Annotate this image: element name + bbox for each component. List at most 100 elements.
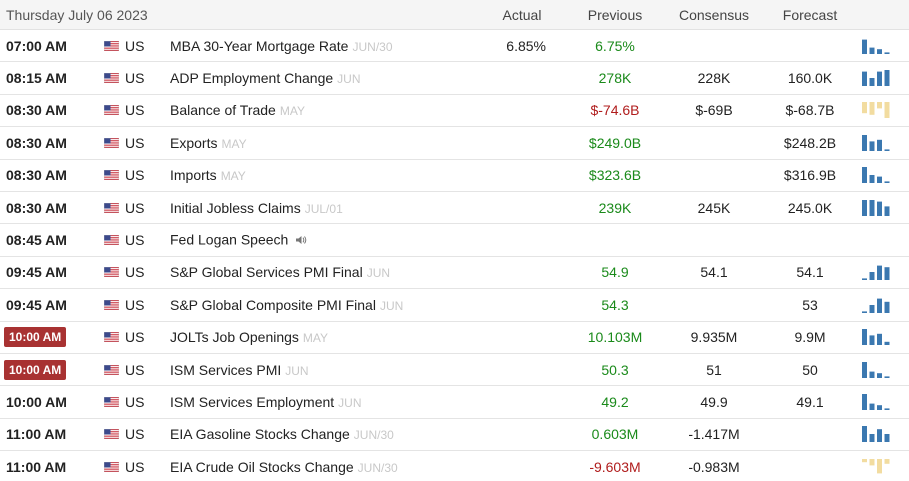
sparkline-chart-icon[interactable] — [862, 425, 892, 443]
sparkline-chart-icon[interactable] — [862, 231, 892, 249]
sparkline-bar — [884, 301, 890, 313]
column-header-consensus[interactable]: Consensus — [670, 7, 758, 23]
event-name[interactable]: ADP Employment Change JUN — [170, 70, 361, 86]
event-name[interactable]: Imports MAY — [170, 167, 246, 183]
event-consensus: 9.935M — [690, 329, 738, 346]
event-reference-period: JUL/01 — [304, 201, 343, 216]
calendar-row[interactable]: 08:30 AM US Balance of Trade MAY $-74.6B … — [0, 95, 909, 128]
sparkline-chart-icon[interactable] — [862, 69, 892, 87]
sparkline-bar — [884, 408, 890, 410]
event-reference-period: JUN — [337, 72, 361, 87]
event-name[interactable]: ISM Services PMI JUN — [170, 362, 309, 378]
sparkline-bar — [862, 426, 867, 443]
sparkline-chart-icon[interactable] — [862, 393, 892, 411]
sparkline-chart-icon[interactable] — [862, 296, 892, 314]
event-name[interactable]: EIA Gasoline Stocks Change JUN/30 — [170, 426, 394, 442]
sparkline-chart-icon[interactable] — [862, 361, 892, 379]
calendar-row[interactable]: 07:00 AM US MBA 30-Year Mortgage Rate JUN… — [0, 30, 909, 63]
calendar-row[interactable]: 11:00 AM US EIA Gasoline Stocks Change JU… — [0, 419, 909, 452]
calendar-row[interactable]: 09:45 AM US S&P Global Services PMI Fina… — [0, 257, 909, 290]
event-forecast: 53 — [802, 296, 818, 313]
calendar-row[interactable]: 08:15 AM US ADP Employment Change JUN 278… — [0, 62, 909, 95]
event-time: 08:30 AM — [6, 134, 67, 151]
event-reference-period: MAY — [220, 169, 246, 184]
calendar-row[interactable]: 08:45 AM US Fed Logan Speech — [0, 224, 909, 257]
sparkline-bar — [877, 405, 882, 410]
us-flag-icon — [104, 137, 119, 148]
sparkline-bar — [884, 149, 890, 151]
calendar-row[interactable]: 10:00 AM US JOLTs Job Openings MAY 10.103… — [0, 322, 909, 354]
sparkline-bar — [862, 167, 867, 184]
sparkline-chart-icon[interactable] — [862, 37, 892, 55]
event-forecast: 50 — [802, 361, 818, 378]
event-reference-period: JUN/30 — [357, 460, 398, 475]
calendar-row[interactable]: 08:30 AM US Exports MAY $249.0B $248.2B — [0, 127, 909, 160]
event-reference-period: MAY — [221, 136, 247, 151]
column-header-actual[interactable]: Actual — [498, 7, 546, 23]
event-name[interactable]: Balance of Trade MAY — [170, 102, 305, 118]
event-title: Balance of Trade — [170, 102, 276, 119]
event-name[interactable]: MBA 30-Year Mortgage Rate JUN/30 — [170, 38, 393, 54]
sparkline-bar — [877, 176, 882, 184]
calendar-row[interactable]: 08:30 AM US Initial Jobless Claims JUL/01… — [0, 192, 909, 225]
column-header-previous[interactable]: Previous — [580, 7, 650, 23]
sparkline-bar — [877, 201, 882, 216]
sparkline-chart-icon[interactable] — [862, 101, 892, 119]
sparkline-bar — [869, 304, 875, 313]
column-header-forecast[interactable]: Forecast — [772, 7, 848, 23]
calendar-row[interactable]: 08:30 AM US Imports MAY $323.6B $316.9B — [0, 160, 909, 192]
event-name[interactable]: S&P Global Composite PMI Final JUN — [170, 297, 403, 313]
us-flag-icon — [104, 299, 119, 310]
event-time: 10:00 AM — [4, 359, 67, 380]
calendar-rows: 07:00 AM US MBA 30-Year Mortgage Rate JUN… — [0, 30, 909, 481]
event-previous: 10.103M — [587, 329, 643, 346]
calendar-row[interactable]: 10:00 AM US ISM Services Employment JUN 4… — [0, 386, 909, 419]
event-title: ISM Services Employment — [170, 393, 335, 410]
event-time: 09:45 AM — [6, 296, 67, 313]
calendar-row[interactable]: 11:00 AM US EIA Crude Oil Stocks Change J… — [0, 451, 909, 481]
calendar-row[interactable]: 09:45 AM US S&P Global Composite PMI Fin… — [0, 289, 909, 322]
event-reference-period: JUN — [338, 395, 362, 410]
event-actual: 6.85% — [506, 37, 546, 54]
event-time: 08:30 AM — [6, 199, 67, 216]
event-name[interactable]: JOLTs Job Openings MAY — [170, 329, 328, 345]
event-title: S&P Global Services PMI Final — [170, 264, 363, 281]
event-name[interactable]: Exports MAY — [170, 135, 247, 151]
sparkline-chart-icon[interactable] — [862, 458, 892, 476]
event-name[interactable]: Initial Jobless Claims JUL/01 — [170, 200, 343, 216]
event-reference-period: JUN — [285, 363, 309, 378]
sparkline-chart-icon[interactable] — [862, 263, 892, 281]
sparkline-chart-icon[interactable] — [862, 166, 892, 184]
sparkline-bar — [877, 372, 882, 378]
event-time: 11:00 AM — [6, 426, 67, 443]
us-flag-icon — [104, 105, 119, 116]
event-name[interactable]: Fed Logan Speech — [170, 232, 307, 249]
event-name[interactable]: ISM Services Employment JUN — [170, 394, 362, 410]
event-time: 08:15 AM — [6, 70, 67, 87]
event-country: US — [125, 37, 145, 54]
calendar-row[interactable]: 10:00 AM US ISM Services PMI JUN 50.3 51 … — [0, 354, 909, 387]
event-previous: 54.9 — [601, 264, 629, 281]
event-previous: 239K — [598, 199, 632, 216]
event-country: US — [125, 264, 145, 281]
event-country: US — [125, 70, 145, 87]
event-title: EIA Gasoline Stocks Change — [170, 426, 350, 443]
sparkline-bar — [884, 102, 890, 119]
event-forecast: 9.9M — [794, 329, 826, 346]
sparkline-bar — [869, 371, 875, 378]
sparkline-chart-icon[interactable] — [862, 134, 892, 152]
event-name[interactable]: EIA Crude Oil Stocks Change JUN/30 — [170, 459, 398, 475]
sparkline-bar — [884, 375, 890, 378]
event-reference-period: JUN — [379, 298, 404, 313]
event-consensus: -1.417M — [688, 426, 740, 443]
sparkline-bar — [862, 39, 867, 54]
sparkline-chart-icon[interactable] — [862, 199, 892, 217]
event-name[interactable]: S&P Global Services PMI Final JUN — [170, 264, 390, 280]
sparkline-bar — [869, 335, 875, 346]
sparkline-bar — [862, 458, 867, 462]
sparkline-chart-icon[interactable] — [862, 328, 892, 346]
event-previous: $323.6B — [588, 167, 642, 184]
economic-calendar: Thursday July 06 2023 Actual Previous Co… — [0, 0, 909, 481]
sparkline-bar — [884, 458, 890, 464]
event-country: US — [125, 393, 145, 410]
